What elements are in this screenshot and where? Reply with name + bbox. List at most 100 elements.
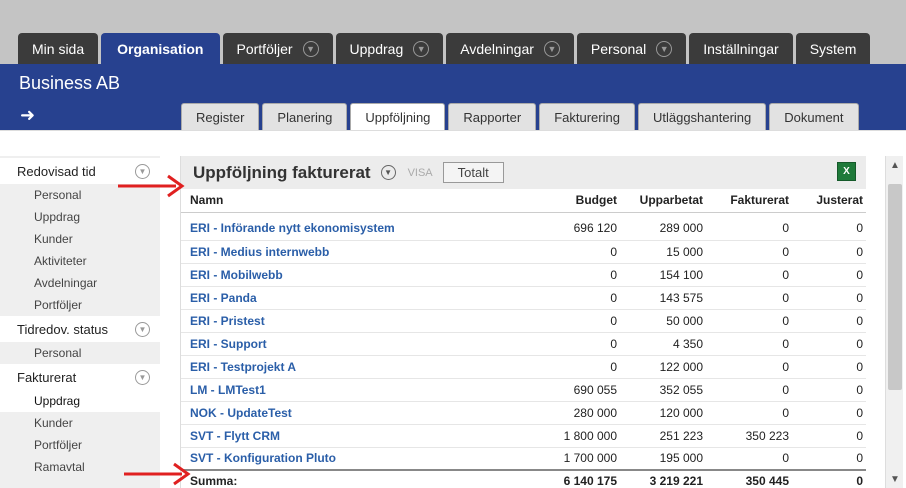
sidebar-item-avdelningar[interactable]: Avdelningar — [0, 272, 160, 294]
row-name-link[interactable]: ERI - Panda — [181, 286, 471, 310]
main-tab-label: Avdelningar — [460, 40, 534, 57]
row-name-link[interactable]: SVT - Flytt CRM — [181, 424, 471, 448]
table-row: ERI - Medius internwebb 0 15 000 0 0 — [181, 240, 866, 264]
row-name-link[interactable]: ERI - Medius internwebb — [181, 240, 471, 264]
table-row: ERI - Panda 0 143 575 0 0 — [181, 286, 866, 310]
excel-icon[interactable]: X — [837, 162, 856, 181]
main-tab-inställningar[interactable]: Inställningar — [689, 33, 793, 64]
table-row: ERI - Testprojekt A 0 122 000 0 0 — [181, 355, 866, 379]
column-header-upparbetat[interactable]: Upparbetat — [621, 189, 707, 213]
cell-justerat: 0 — [793, 217, 866, 241]
cell-budget: 1 800 000 — [471, 424, 621, 448]
company-name: Business AB — [19, 73, 121, 93]
row-name-link[interactable]: SVT - Konfiguration Pluto — [181, 447, 471, 471]
sidebar-item-kunder[interactable]: Kunder — [0, 228, 160, 250]
column-header-namn[interactable]: Namn — [181, 189, 471, 213]
table-row: ERI - Pristest 0 50 000 0 0 — [181, 309, 866, 333]
cell-budget: 0 — [471, 332, 621, 356]
sub-tab-dokument[interactable]: Dokument — [769, 103, 859, 130]
cell-upparbetat: 352 055 — [621, 378, 707, 402]
chevron-down-icon[interactable]: ▼ — [543, 40, 560, 57]
visa-label: VISA — [407, 166, 433, 179]
sub-tab-register[interactable]: Register — [181, 103, 260, 130]
main-tab-label: Portföljer — [236, 40, 293, 57]
cell-fakturerat: 0 — [707, 332, 793, 356]
column-header-justerat[interactable]: Justerat — [793, 189, 866, 213]
cell-fakturerat: 0 — [707, 447, 793, 471]
cell-upparbetat: 15 000 — [621, 240, 707, 264]
sub-tab-utläggshantering[interactable]: Utläggshantering — [637, 103, 767, 130]
column-header-fakturerat[interactable]: Fakturerat — [707, 189, 793, 213]
sidebar-section-fakturerat[interactable]: Fakturerat ▼ — [0, 364, 160, 390]
table-row: ERI - Införande nytt ekonomisystem 696 12… — [181, 217, 866, 241]
summary-upparbetat: 3 219 221 — [621, 469, 707, 488]
view-totalt-button[interactable]: Totalt — [442, 162, 504, 183]
chevron-down-icon[interactable]: ▼ — [413, 40, 430, 57]
main-tab-organisation[interactable]: Organisation — [101, 33, 220, 64]
report-table: Namn Budget Upparbetat Fakturerat Justerat E… — [181, 189, 866, 488]
row-name-link[interactable]: LM - LMTest1 — [181, 378, 471, 402]
cell-budget: 280 000 — [471, 401, 621, 425]
cell-fakturerat: 0 — [707, 240, 793, 264]
sub-tab-rapporter[interactable]: Rapporter — [448, 103, 537, 130]
arrow-left-icon[interactable]: ➜ — [20, 105, 35, 126]
sidebar-item-uppdrag[interactable]: Uppdrag — [0, 390, 160, 412]
chevron-down-icon[interactable]: ▼ — [380, 165, 396, 180]
scroll-up-icon[interactable]: ▲ — [886, 156, 904, 174]
main-tab-personal[interactable]: Personal ▼ — [576, 33, 687, 64]
scroll-thumb[interactable] — [888, 184, 902, 390]
cell-fakturerat: 0 — [707, 401, 793, 425]
column-header-budget[interactable]: Budget — [471, 189, 621, 213]
table-row: ERI - Mobilwebb 0 154 100 0 0 — [181, 263, 866, 287]
cell-justerat: 0 — [793, 263, 866, 287]
main-tab-label: Personal — [590, 40, 647, 57]
summary-budget: 6 140 175 — [471, 469, 621, 488]
row-name-link[interactable]: ERI - Införande nytt ekonomisystem — [181, 217, 471, 241]
row-name-link[interactable]: ERI - Testprojekt A — [181, 355, 471, 379]
vertical-scrollbar[interactable]: ▲ ▼ — [885, 156, 903, 488]
main-tab-min-sida[interactable]: Min sida — [18, 33, 99, 64]
chevron-down-icon[interactable]: ▼ — [302, 40, 319, 57]
sidebar-section-tidredov-status[interactable]: Tidredov. status ▼ — [0, 316, 160, 342]
cell-fakturerat: 0 — [707, 217, 793, 241]
sidebar-item-personal[interactable]: Personal — [0, 342, 160, 364]
sub-tab-uppföljning[interactable]: Uppföljning — [350, 103, 446, 130]
scroll-down-icon[interactable]: ▼ — [886, 470, 904, 488]
chevron-down-icon[interactable]: ▼ — [656, 40, 673, 57]
cell-budget: 690 055 — [471, 378, 621, 402]
row-name-link[interactable]: NOK - UpdateTest — [181, 401, 471, 425]
sidebar-item-portföljer[interactable]: Portföljer — [0, 434, 160, 456]
sub-tabs: Register Planering Uppföljning Rapporter Fak… — [181, 103, 862, 130]
cell-budget: 696 120 — [471, 217, 621, 241]
toolbar-band — [0, 130, 906, 156]
cell-budget: 0 — [471, 286, 621, 310]
sidebar-item-uppdrag[interactable]: Uppdrag — [0, 206, 160, 228]
main-tabs: Min sida Organisation Portföljer ▼ Uppdrag ▼ A… — [18, 33, 873, 64]
chevron-down-icon[interactable]: ▼ — [135, 369, 150, 385]
table-row: LM - LMTest1 690 055 352 055 0 0 — [181, 378, 866, 402]
cell-upparbetat: 122 000 — [621, 355, 707, 379]
panel-title: Uppföljning fakturerat — [193, 162, 371, 182]
report-panel: Uppföljning fakturerat ▼ VISA Totalt X N… — [180, 156, 866, 488]
cell-justerat: 0 — [793, 401, 866, 425]
sidebar-item-kunder[interactable]: Kunder — [0, 412, 160, 434]
sidebar-item-aktiviteter[interactable]: Aktiviteter — [0, 250, 160, 272]
main-tab-avdelningar[interactable]: Avdelningar ▼ — [446, 33, 574, 64]
sub-tab-fakturering[interactable]: Fakturering — [539, 103, 635, 130]
row-name-link[interactable]: ERI - Mobilwebb — [181, 263, 471, 287]
cell-justerat: 0 — [793, 447, 866, 471]
main-tab-portföljer[interactable]: Portföljer ▼ — [222, 33, 333, 64]
chevron-down-icon[interactable]: ▼ — [135, 321, 150, 337]
cell-justerat: 0 — [793, 240, 866, 264]
row-name-link[interactable]: ERI - Support — [181, 332, 471, 356]
row-name-link[interactable]: ERI - Pristest — [181, 309, 471, 333]
table-header-row: Namn Budget Upparbetat Fakturerat Justerat — [181, 189, 866, 213]
main-tab-label: Organisation — [117, 40, 204, 57]
cell-fakturerat: 0 — [707, 263, 793, 287]
cell-budget: 0 — [471, 263, 621, 287]
summary-label: Summa: — [181, 469, 471, 488]
main-tab-uppdrag[interactable]: Uppdrag ▼ — [335, 33, 444, 64]
sub-tab-planering[interactable]: Planering — [262, 103, 348, 130]
sidebar-item-portföljer[interactable]: Portföljer — [0, 294, 160, 316]
main-tab-system[interactable]: System — [795, 33, 871, 64]
